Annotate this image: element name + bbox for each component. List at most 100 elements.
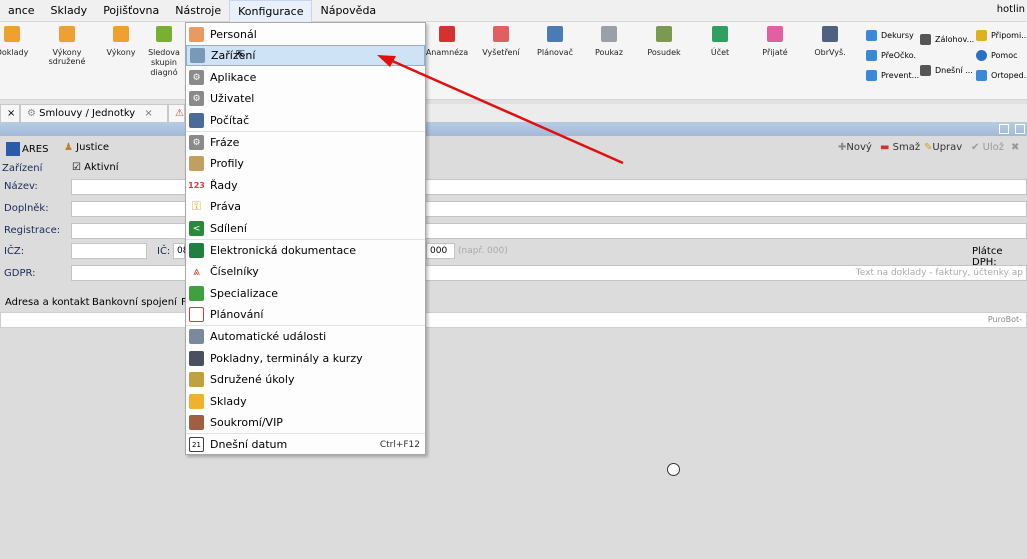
- ares-button[interactable]: ARES: [6, 142, 48, 156]
- hotline-link[interactable]: hotlin: [997, 4, 1025, 15]
- menu-sdileni[interactable]: < Sdílení: [186, 218, 425, 239]
- new-button[interactable]: ✚Nový: [838, 142, 872, 153]
- menu-item-napoveda[interactable]: Nápověda: [312, 0, 384, 22]
- menu-specializace[interactable]: Specializace: [186, 283, 425, 304]
- ribbon-zalohov-button[interactable]: Zálohov...: [920, 34, 974, 45]
- delete-button[interactable]: ▬ Smaž: [880, 142, 920, 153]
- key-icon: ⚿: [189, 199, 204, 214]
- document-tabs: × ⚙ Smlouvy / Jednotky × ⚠: [0, 104, 1027, 122]
- cursor-circle-icon: [667, 463, 680, 476]
- cancel-button[interactable]: ✖: [1011, 142, 1019, 153]
- computer-icon: [189, 113, 204, 128]
- bar-chart-icon: [866, 50, 877, 61]
- menu-pokladny[interactable]: Pokladny, terminály a kurzy: [186, 348, 425, 369]
- menu-elektronicka-dokumentace[interactable]: Elektronická dokumentace: [186, 240, 425, 261]
- edit-button[interactable]: ✎Uprav: [924, 142, 962, 153]
- ribbon-poukaz-button[interactable]: Poukaz: [579, 26, 639, 57]
- bar-chart-icon: [113, 26, 129, 42]
- ribbon-dekursy-button[interactable]: Dekursy: [866, 30, 914, 41]
- ribbon-prijate-button[interactable]: Přijaté: [745, 26, 805, 57]
- form-subtabs: Adresa a kontakt Bankovní spojení F: [0, 294, 1027, 312]
- share-icon: <: [189, 221, 204, 236]
- menu-item-sklady[interactable]: Sklady: [43, 0, 96, 22]
- nazev-label: Název:: [4, 181, 38, 192]
- menu-automaticke-udalosti[interactable]: Automatické události: [186, 326, 425, 347]
- tasks-icon: [189, 372, 204, 387]
- menu-dnesni-datum[interactable]: 21 Dnešní datum Ctrl+F12: [186, 434, 425, 455]
- ribbon-preocko-button[interactable]: PřeOčko.: [866, 50, 916, 61]
- codelist-icon: ⚠: [175, 108, 184, 119]
- ribbon-anamneza-button[interactable]: Anamnéza: [417, 26, 477, 57]
- bar-chart-icon: [866, 30, 877, 41]
- icz-label: IČZ:: [4, 246, 25, 257]
- bar-chart-icon: [59, 26, 75, 42]
- ribbon-planovac-button[interactable]: Plánovač: [525, 26, 585, 57]
- menu-uzivatel[interactable]: ⚙ Uživatel: [186, 88, 425, 109]
- vip-icon: [189, 415, 204, 430]
- ribbon-vykony-sdruzene-button[interactable]: Výkony sdružené: [37, 26, 97, 66]
- ribbon-toolbar: Doklady Výkony sdružené Výkony Sledova s…: [0, 22, 1027, 100]
- ic-input[interactable]: 08: [173, 243, 188, 259]
- gdpr-label: GDPR:: [4, 268, 36, 279]
- ribbon-pripominky-button[interactable]: Připomi...: [976, 30, 1027, 41]
- save-button[interactable]: ✔ Ulož: [971, 142, 1004, 153]
- menu-ciselniky[interactable]: ⩓ Číselníky: [186, 261, 425, 282]
- doplnek-label: Doplněk:: [4, 203, 49, 214]
- dic-hint: (např. 000): [458, 246, 508, 256]
- tab-adresa-kontakt[interactable]: Adresa a kontakt: [5, 294, 90, 312]
- ribbon-ortoped-button[interactable]: Ortoped.: [976, 70, 1026, 81]
- tab-previous[interactable]: ×: [0, 104, 20, 122]
- icz-input[interactable]: [71, 243, 147, 259]
- ic-label: IČ:: [157, 246, 171, 257]
- menu-item-pojistovna[interactable]: Pojišťovna: [95, 0, 167, 22]
- device-icon: [190, 48, 205, 63]
- tab-smlouvy-jednotky[interactable]: ⚙ Smlouvy / Jednotky ×: [20, 104, 168, 122]
- tab-next[interactable]: ⚠: [168, 104, 185, 122]
- ribbon-doklady-button[interactable]: Doklady: [0, 26, 42, 57]
- anamnesis-icon: [439, 26, 455, 42]
- menu-zarizeni[interactable]: Zařízení: [186, 45, 425, 66]
- ribbon-vysetreni-button[interactable]: Vyšetření: [471, 26, 531, 57]
- minus-icon: ▬: [880, 142, 890, 153]
- numbers-icon: 123: [188, 178, 205, 193]
- mouse-cursor-icon: ⇱: [236, 48, 246, 61]
- calendar-icon: [189, 307, 204, 322]
- gear-icon: ⚙: [27, 108, 36, 119]
- calendar-21-icon: 21: [189, 437, 204, 452]
- justice-button[interactable]: ♟ Justice: [64, 142, 109, 153]
- menu-pocitac[interactable]: Počítač: [186, 110, 425, 131]
- ribbon-prevent-button[interactable]: Prevent...: [866, 70, 919, 81]
- form-panel: ARES ♟ Justice ✚Nový ▬ Smaž ✎Uprav ✔ Ulo…: [0, 136, 1027, 559]
- menu-item-nastroje[interactable]: Nástroje: [167, 0, 229, 22]
- ribbon-sledovani-button[interactable]: Sledova skupin diagnó: [142, 26, 186, 78]
- menu-profily[interactable]: Profily: [186, 153, 425, 174]
- ribbon-dnesni-button[interactable]: Dnešní ...: [920, 65, 973, 76]
- checkbox-checked-icon: ☑: [72, 162, 81, 173]
- menu-aplikace[interactable]: ⚙ Aplikace: [186, 67, 425, 88]
- aktivni-checkbox[interactable]: ☑ Aktivní: [72, 162, 119, 173]
- bulb-icon: [976, 30, 987, 41]
- ribbon-ucet-button[interactable]: Účet: [690, 26, 750, 57]
- zarizeni-label: Zařízení: [2, 163, 43, 174]
- close-icon[interactable]: ×: [144, 108, 152, 119]
- menu-item-konfigurace[interactable]: Konfigurace: [229, 0, 313, 22]
- menu-personal[interactable]: Personál: [186, 24, 425, 45]
- ribbon-obrvys-button[interactable]: ObrVyš.: [800, 26, 860, 57]
- menu-planovani[interactable]: Plánování: [186, 304, 425, 325]
- menu-item-finance[interactable]: ance: [0, 0, 43, 22]
- menu-sklady[interactable]: Sklady: [186, 391, 425, 412]
- close-icon[interactable]: ×: [7, 108, 15, 119]
- ribbon-pomoc-button[interactable]: Pomoc: [976, 50, 1018, 61]
- event-icon: [189, 329, 204, 344]
- restore-icon[interactable]: [1015, 124, 1025, 134]
- menu-prava[interactable]: ⚿ Práva: [186, 196, 425, 217]
- menu-soukromi-vip[interactable]: Soukromí/VIP: [186, 412, 425, 433]
- ribbon-posudek-button[interactable]: Posudek: [634, 26, 694, 57]
- bar-chart-icon: [976, 70, 987, 81]
- minimize-icon[interactable]: [999, 124, 1009, 134]
- tab-bankovni-spojeni[interactable]: Bankovní spojení: [92, 294, 177, 312]
- menu-fraze[interactable]: ⚙ Fráze: [186, 132, 425, 153]
- menu-sdruzene-ukoly[interactable]: Sdružené úkoly: [186, 369, 425, 390]
- menu-rady[interactable]: 123 Řady: [186, 175, 425, 196]
- dic-input[interactable]: 000: [426, 243, 455, 259]
